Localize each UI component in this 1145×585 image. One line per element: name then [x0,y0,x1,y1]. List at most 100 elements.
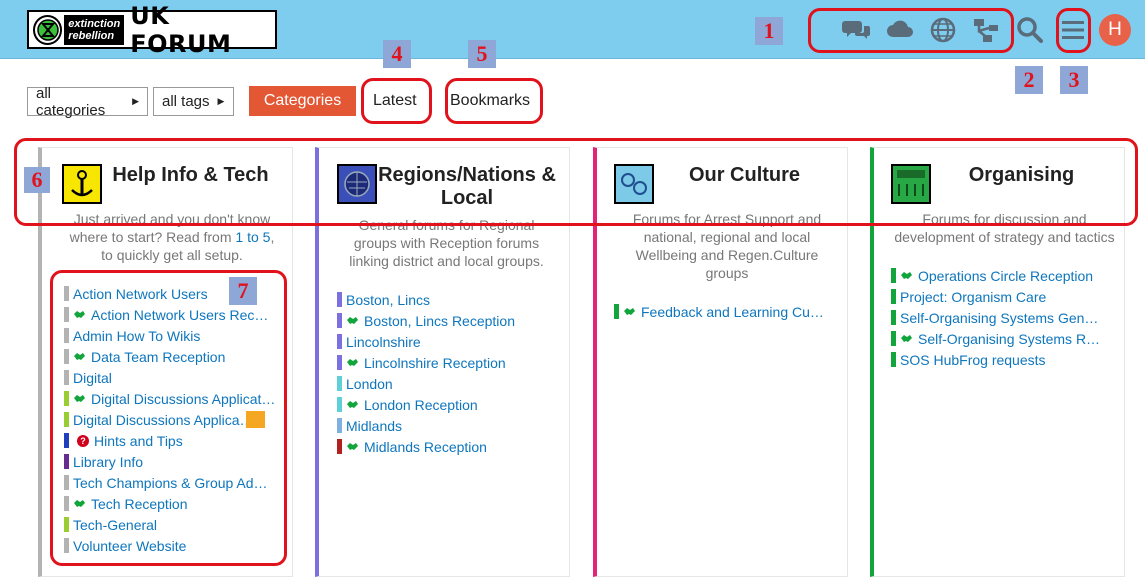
subcategory-item[interactable]: Admin How To Wikis [64,325,275,346]
tag-filter-dropdown[interactable]: all tags ▶ [153,87,234,116]
subcategory-item[interactable]: Digital [64,367,275,388]
category-description: Just arrived and you don't know where to… [67,210,277,264]
site-logo[interactable]: extinction rebellion UK FORUM [27,2,277,58]
subcategory-item[interactable]: Action Network Users Rec… [64,304,275,325]
handshake-icon [346,356,359,369]
annotation-number: 7 [229,277,257,305]
category-column-our-culture: Our Culture Forums for Arrest Support an… [593,147,848,577]
category-logo-icon[interactable] [614,164,654,204]
subcategory-name: Admin How To Wikis [73,327,201,344]
subcategory-item[interactable]: Self-Organising Systems Gen… [891,307,1100,328]
subcategory-item[interactable]: Volunteer Website [64,535,275,556]
subcategory-item[interactable]: Lincolnshire [337,331,515,352]
tab-latest[interactable]: Latest [373,86,417,116]
category-description: Forums for Arrest Support and national, … [632,211,822,281]
subcategory-color-bar [64,433,69,448]
search-icon[interactable] [1014,14,1046,46]
subcategory-color-bar [337,439,342,454]
handshake-icon [73,497,86,510]
category-description: General forums for Regional groups with … [349,217,544,269]
handshake-icon [346,314,359,327]
question-icon: ? [77,434,89,447]
subcategory-item[interactable]: Tech Champions & Group Ad… [64,472,275,493]
handshake-icon [346,440,359,453]
subcategory-name: Feedback and Learning Cu… [641,303,824,320]
annotation-number: 6 [24,167,50,193]
logo-xr-line1: extinction [68,17,121,30]
subcategory-item[interactable]: Tech-General [64,514,275,535]
subcategory-item[interactable]: Midlands Reception [337,436,515,457]
subcategory-name: Boston, Lincs Reception [364,312,515,329]
chat-icon[interactable] [841,14,873,46]
subcategory-name: Lincolnshire Reception [364,354,506,371]
subcategory-item[interactable]: Self-Organising Systems R… [891,328,1100,349]
subcategory-name: Action Network Users [73,285,208,302]
subcategory-item[interactable]: ? Hints and Tips [64,430,275,451]
subcategory-color-bar [64,349,69,364]
subcategory-color-bar [337,355,342,370]
subcategory-name: Project: Organism Care [900,288,1047,305]
subcategory-color-bar [64,286,69,301]
tab-bookmarks[interactable]: Bookmarks [450,86,530,116]
description-link[interactable]: 1 to 5 [235,229,270,245]
subcategory-item[interactable]: Feedback and Learning Cu… [614,301,824,322]
subcategory-color-bar [64,391,69,406]
subcategory-item[interactable]: SOS HubFrog requests [891,349,1100,370]
logo-xr-text: extinction rebellion [64,14,125,45]
subcategory-color-bar [891,331,896,346]
subcategory-item[interactable]: Data Team Reception [64,346,275,367]
user-avatar[interactable]: H [1099,14,1131,46]
cloud-icon[interactable] [884,14,916,46]
subcategory-color-bar [614,304,619,319]
subcategory-color-bar [64,538,69,553]
subcategory-name: Tech-General [73,516,158,533]
subcategory-color-bar [337,292,342,307]
subcategory-item[interactable]: Library Info [64,451,275,472]
logo-forum-text: UK FORUM [130,1,232,58]
handshake-icon [623,305,636,318]
category-column-help-info-tech: Help Info & Tech Just arrived and you do… [38,147,293,577]
category-title[interactable]: Our Culture [657,164,832,187]
subcategory-item[interactable]: Digital Discussions Applicat… [64,388,275,409]
category-title[interactable]: Organising [934,164,1109,187]
subcategory-name: Digital Discussions Applica… [73,411,254,428]
subcategory-item[interactable]: Boston, Lincs [337,289,515,310]
sitemap-icon[interactable] [970,14,1002,46]
subcategory-color-bar [337,376,342,391]
subcategory-name: Hints and Tips [94,432,183,449]
category-filter-dropdown[interactable]: all categories ▶ [27,85,148,119]
hamburger-menu-icon[interactable] [1057,14,1089,46]
subcategory-item[interactable]: Project: Organism Care [891,286,1100,307]
globe-icon[interactable] [927,14,959,46]
handshake-icon [73,392,86,405]
category-logo-icon[interactable] [62,164,102,204]
category-title[interactable]: Regions/Nations & Local [377,164,557,210]
subcategory-list: Feedback and Learning Cu… [614,301,824,322]
subcategory-name: Volunteer Website [73,537,187,554]
annotation-number: 1 [755,17,783,45]
subcategory-item[interactable]: Midlands [337,415,515,436]
site-header: extinction rebellion UK FORUM H [0,0,1145,59]
subcategory-item[interactable]: Tech Reception [64,493,275,514]
subcategory-color-bar [337,334,342,349]
subcategory-item[interactable]: Digital Discussions Applica… [64,409,275,430]
subcategory-item[interactable]: Lincolnshire Reception [337,352,515,373]
subcategory-color-bar [64,328,69,343]
subcategory-name: SOS HubFrog requests [900,351,1046,368]
subcategory-color-bar [891,289,896,304]
subcategory-name: Operations Circle Reception [918,267,1094,284]
subcategory-color-bar [891,352,896,367]
category-logo-icon[interactable] [891,164,931,204]
subcategory-color-bar [64,370,69,385]
subcategory-item[interactable]: Operations Circle Reception [891,265,1100,286]
category-logo-icon[interactable] [337,164,377,204]
subcategory-item[interactable]: London [337,373,515,394]
handshake-icon [73,350,86,363]
tab-categories[interactable]: Categories [249,86,356,116]
subcategory-item[interactable]: London Reception [337,394,515,415]
subcategory-color-bar [891,268,896,283]
category-title[interactable]: Help Info & Tech [108,164,273,187]
subcategory-thumbnail [246,411,265,428]
subcategory-name: Self-Organising Systems R… [918,330,1101,347]
subcategory-item[interactable]: Boston, Lincs Reception [337,310,515,331]
